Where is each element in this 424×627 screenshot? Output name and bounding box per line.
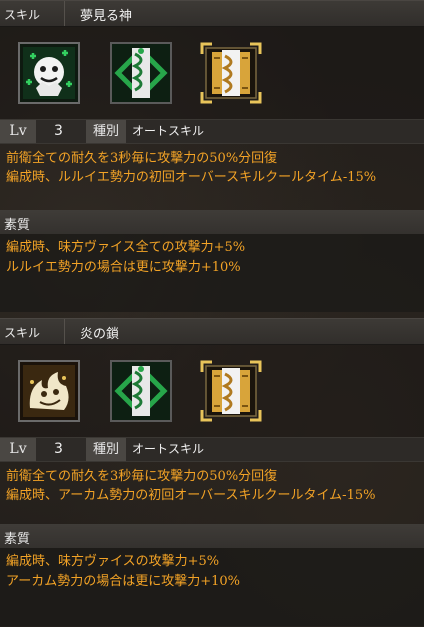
skill-name: 炎の鎖 bbox=[80, 327, 120, 342]
level-value: 3 bbox=[54, 123, 63, 139]
trait-line: ルルイエ勢力の場合は更に攻撃力+10% bbox=[6, 260, 241, 275]
level-label: Lv bbox=[0, 438, 36, 461]
trait-line: 編成時、味方ヴァイス全ての攻撃力+5% bbox=[6, 240, 246, 255]
gold-sword-icon[interactable] bbox=[200, 360, 262, 422]
skill-header: スキル 炎の鎖 bbox=[0, 318, 424, 345]
type-value: オートスキル bbox=[132, 442, 205, 456]
trait-description: 編成時、味方ヴァイス全ての攻撃力+5% ルルイエ勢力の場合は更に攻撃力+10% bbox=[0, 234, 424, 312]
trait-line: アーカム勢力の場合は更に攻撃力+10% bbox=[6, 574, 241, 589]
skill-name: 夢見る神 bbox=[80, 9, 133, 24]
skill-panel-1: スキル 夢見る神 Lv 3 種別 オートスキル 前衛全ての耐久を3秒毎に攻撃力の… bbox=[0, 0, 424, 312]
green-sword-icon[interactable] bbox=[110, 42, 172, 104]
description-line: 編成時、アーカム勢力の初回オーバースキルクールタイム-15% bbox=[6, 488, 376, 503]
skill-description: 前衛全ての耐久を3秒毎に攻撃力の50%分回復 編成時、ルルイエ勢力の初回オーバー… bbox=[0, 144, 424, 190]
header-divider bbox=[64, 319, 65, 344]
skill-label: スキル bbox=[4, 326, 41, 340]
trait-label: 素質 bbox=[4, 532, 31, 547]
description-line: 編成時、ルルイエ勢力の初回オーバースキルクールタイム-15% bbox=[6, 170, 377, 185]
skill-description: 前衛全ての耐久を3秒毎に攻撃力の50%分回復 編成時、アーカム勢力の初回オーバー… bbox=[0, 462, 424, 508]
healing-monster-icon[interactable] bbox=[18, 42, 80, 104]
description-line: 前衛全ての耐久を3秒毎に攻撃力の50%分回復 bbox=[6, 469, 278, 484]
trait-header: 素質 bbox=[0, 210, 424, 234]
flame-monster-icon[interactable] bbox=[18, 360, 80, 422]
skill-icon-row bbox=[0, 345, 424, 437]
trait-header: 素質 bbox=[0, 524, 424, 548]
gold-sword-icon[interactable] bbox=[200, 42, 262, 104]
header-divider bbox=[64, 1, 65, 26]
trait-label: 素質 bbox=[4, 218, 31, 233]
description-line: 前衛全ての耐久を3秒毎に攻撃力の50%分回復 bbox=[6, 151, 278, 166]
type-value: オートスキル bbox=[132, 124, 205, 138]
skill-label: スキル bbox=[4, 8, 41, 22]
type-label: 種別 bbox=[86, 120, 126, 143]
level-label: Lv bbox=[0, 120, 36, 143]
type-label: 種別 bbox=[86, 438, 126, 461]
skill-panel-2: スキル 炎の鎖 Lv 3 種別 オートスキル 前衛全ての耐久を3秒毎に攻撃力の5… bbox=[0, 318, 424, 626]
level-value: 3 bbox=[54, 441, 63, 457]
level-row: Lv 3 種別 オートスキル bbox=[0, 437, 424, 462]
level-row: Lv 3 種別 オートスキル bbox=[0, 119, 424, 144]
green-sword-icon[interactable] bbox=[110, 360, 172, 422]
skill-header: スキル 夢見る神 bbox=[0, 0, 424, 27]
trait-description: 編成時、味方ヴァイスの攻撃力+5% アーカム勢力の場合は更に攻撃力+10% bbox=[0, 548, 424, 626]
trait-line: 編成時、味方ヴァイスの攻撃力+5% bbox=[6, 554, 220, 569]
skill-detail-screen: スキル 夢見る神 Lv 3 種別 オートスキル 前衛全ての耐久を3秒毎に攻撃力の… bbox=[0, 0, 424, 627]
skill-icon-row bbox=[0, 27, 424, 119]
